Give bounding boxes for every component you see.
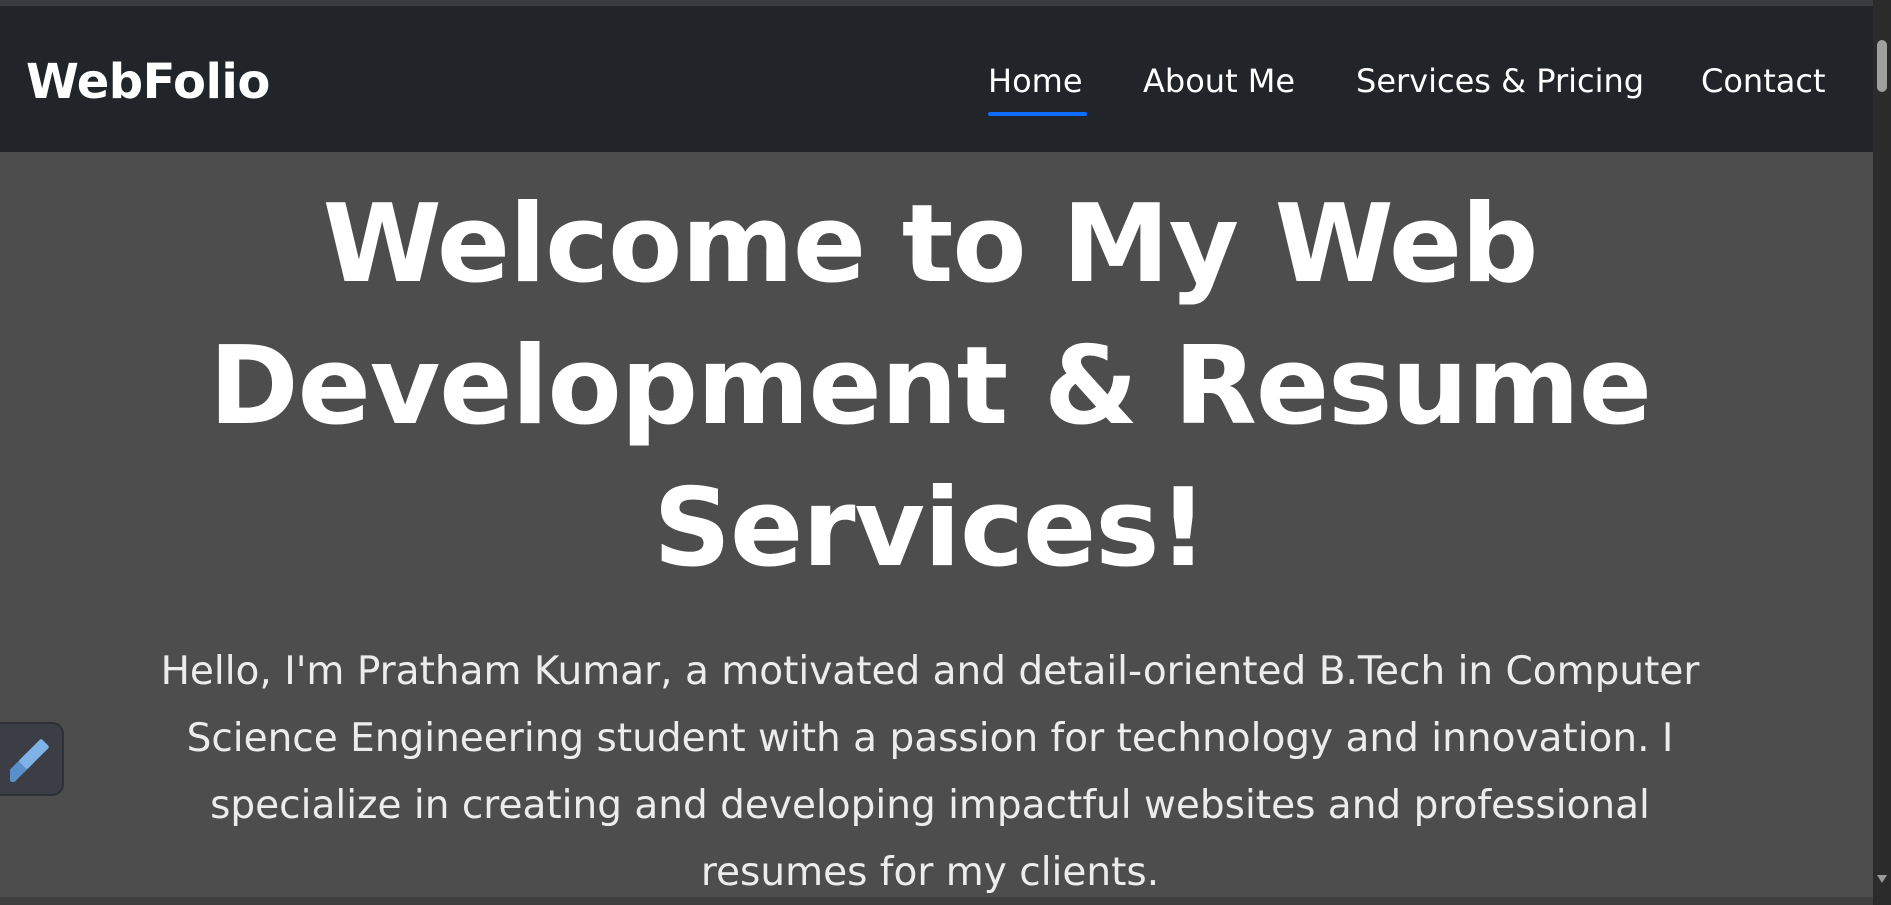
vertical-scrollbar[interactable] (1873, 0, 1891, 905)
hero-title-line: Welcome to My Web (322, 182, 1539, 307)
hero-title-line: Services! (653, 466, 1208, 591)
hero-intro-line: resumes for my clients. (700, 850, 1160, 895)
hero-intro-line: specialize in creating and developing im… (210, 783, 1650, 828)
hero-title-line: Development & Resume (208, 324, 1652, 449)
navbar: WebFolio Home About Me Services & Pricin… (0, 6, 1873, 152)
nav-link-services-pricing[interactable]: Services & Pricing (1356, 61, 1644, 101)
hero-intro-text: Hello, I'm Pratham Kumar, a motivated an… (95, 638, 1765, 905)
window-bottom-edge (0, 897, 1873, 905)
hero-intro-line: Hello, I'm Pratham Kumar, a motivated an… (160, 649, 1700, 694)
nav-link-home[interactable]: Home (988, 61, 1083, 101)
brand-logo[interactable]: WebFolio (26, 54, 270, 110)
chevron-down-icon[interactable] (1877, 875, 1887, 883)
hero-intro-line: Science Engineering student with a passi… (186, 716, 1674, 761)
floating-widget-button[interactable] (0, 722, 64, 796)
stacked-bars-icon (10, 739, 49, 782)
nav-link-about-me[interactable]: About Me (1143, 61, 1295, 101)
hero-title: Welcome to My Web Development & Resume S… (130, 174, 1730, 600)
nav-link-contact[interactable]: Contact (1701, 61, 1826, 101)
active-nav-indicator (988, 112, 1087, 116)
scrollbar-thumb[interactable] (1877, 40, 1887, 92)
